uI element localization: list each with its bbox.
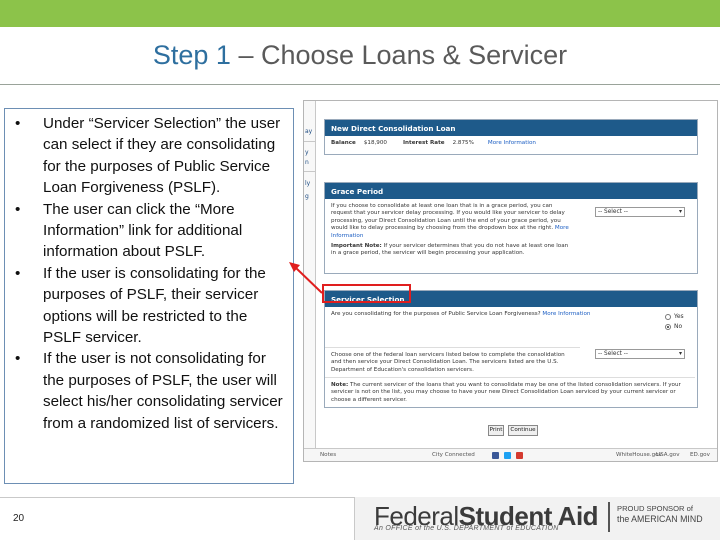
callout-arrow-icon xyxy=(289,262,323,294)
proud-sponsor-text: PROUD SPONSOR of the AMERICAN MIND xyxy=(617,504,703,524)
slide-footer: 20 FederalStudent Aid An OFFICE of the U… xyxy=(0,497,720,540)
footer-branding: FederalStudent Aid An OFFICE of the U.S.… xyxy=(355,497,720,540)
fsa-subtitle: An OFFICE of the U.S. DEPARTMENT of EDUC… xyxy=(374,525,559,532)
proud-line1: PROUD SPONSOR of xyxy=(617,504,693,513)
proud-line2: the AMERICAN MIND xyxy=(617,514,703,524)
footer-left-panel: 20 xyxy=(0,497,355,540)
page-number: 20 xyxy=(13,513,25,524)
branding-divider xyxy=(608,502,610,532)
